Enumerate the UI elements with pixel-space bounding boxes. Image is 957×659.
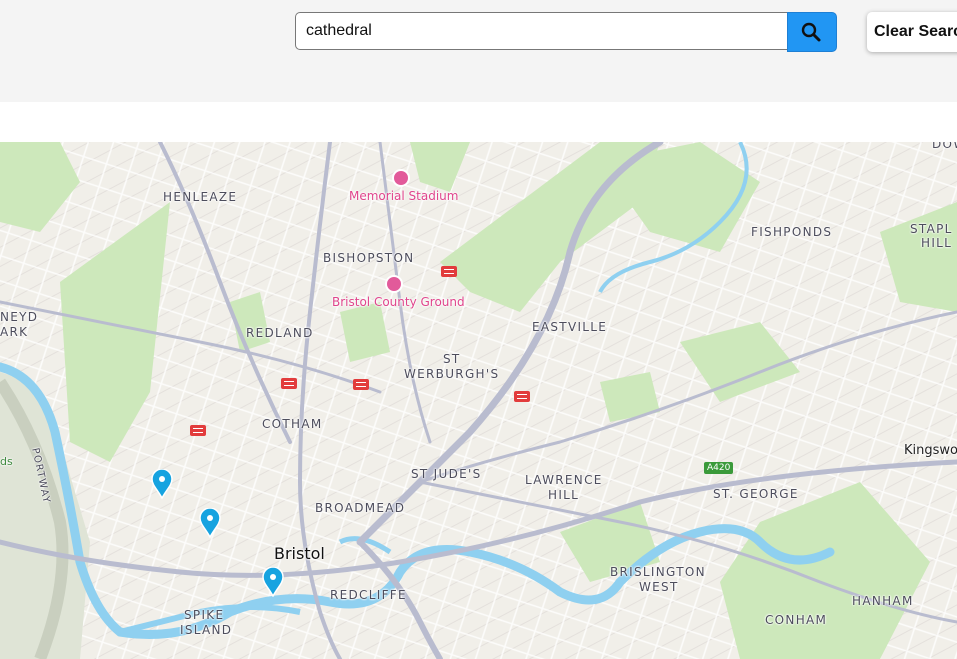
map-marker-icon[interactable]	[262, 567, 284, 597]
railway-station-icon[interactable]	[514, 391, 530, 402]
area-label-brislington-2: WEST	[639, 580, 679, 594]
area-label-st-werburghs-1: ST	[443, 352, 461, 366]
area-label-st-judes: ST JUDE'S	[411, 467, 482, 481]
stadium-icon[interactable]	[385, 275, 403, 293]
railway-station-icon[interactable]	[353, 379, 369, 390]
area-label-spike-island-1: SPIKE	[184, 608, 225, 622]
area-label-bishopston: BISHOPSTON	[323, 251, 415, 265]
poi-label-county-ground[interactable]: Bristol County Ground	[332, 295, 465, 309]
railway-station-icon[interactable]	[190, 425, 206, 436]
road-shield-a420: A420	[704, 462, 734, 474]
search-button[interactable]	[787, 12, 837, 52]
area-label-lawrence-hill-2: HILL	[548, 488, 580, 502]
search-input[interactable]	[296, 13, 787, 49]
area-label-sneyd-park-2: ARK	[0, 325, 29, 339]
area-label-redland: REDLAND	[246, 326, 314, 340]
area-label-st-werburghs-2: WERBURGH'S	[404, 367, 500, 381]
area-label-brislington-1: BRISLINGTON	[610, 565, 706, 579]
area-label-stapleton-2: HILL	[921, 236, 953, 250]
area-label-stapleton-1: STAPL	[910, 222, 953, 236]
area-label-conham: CONHAM	[765, 613, 828, 627]
map-marker-icon[interactable]	[199, 508, 221, 538]
clear-search-button[interactable]: Clear Search	[867, 12, 957, 52]
area-label-redcliffe: REDCLIFFE	[330, 588, 407, 602]
map-tiles	[0, 142, 957, 659]
stadium-icon[interactable]	[392, 169, 410, 187]
railway-station-icon[interactable]	[281, 378, 297, 389]
search-field[interactable]	[295, 12, 787, 50]
park-label: ds	[0, 455, 13, 468]
area-label-spike-island-2: ISLAND	[180, 623, 233, 637]
map-marker-icon[interactable]	[151, 469, 173, 499]
area-label-fishponds: FISHPONDS	[751, 225, 833, 239]
area-label-downend: DOW	[932, 142, 957, 151]
area-label-broadmead: BROADMEAD	[315, 501, 406, 515]
city-label-bristol: Bristol	[274, 544, 325, 563]
area-label-cotham: COTHAM	[262, 417, 323, 431]
railway-station-icon[interactable]	[441, 266, 457, 277]
map-view[interactable]: HENLEAZE BISHOPSTON FISHPONDS STAPL HILL…	[0, 142, 957, 659]
area-label-st-george: ST. GEORGE	[713, 487, 799, 501]
spacer	[0, 102, 957, 142]
poi-label-memorial-stadium[interactable]: Memorial Stadium	[349, 189, 458, 203]
area-label-lawrence-hill-1: LAWRENCE	[525, 473, 603, 487]
area-label-eastville: EASTVILLE	[532, 320, 608, 334]
area-label-sneyd-park-1: NEYD	[0, 310, 39, 324]
area-label-hanham: HANHAM	[852, 594, 914, 608]
area-label-henleaze: HENLEAZE	[163, 190, 238, 204]
town-label-kingswood: Kingswo	[904, 443, 957, 458]
search-icon	[801, 22, 821, 42]
